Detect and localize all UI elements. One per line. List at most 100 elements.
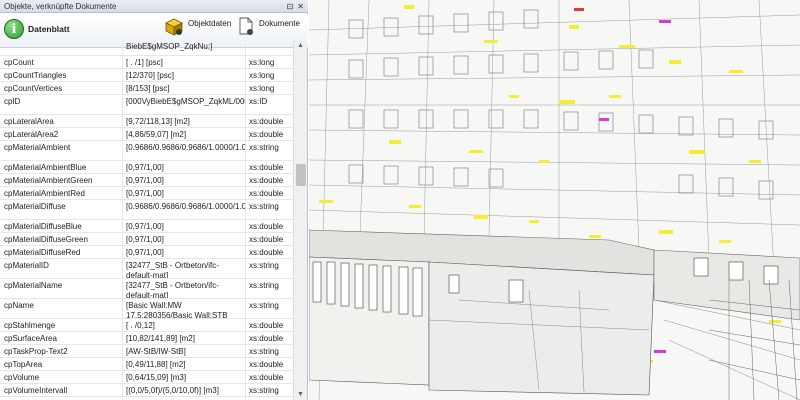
objektdaten-label: Objektdaten	[188, 18, 232, 28]
property-value: [Basic Wall:MW 17.5:280356/Basic Wall:ST…	[123, 299, 246, 318]
scroll-thumb[interactable]	[296, 164, 306, 186]
property-type: xs:double	[249, 235, 284, 244]
property-name: cpID	[0, 95, 123, 114]
property-row[interactable]: cpLateralArea2 [4,86/59,07] [m2] xs:double	[0, 128, 293, 141]
close-icon[interactable]: ✕	[297, 2, 304, 11]
objektdaten-button[interactable]: Objektdaten	[164, 17, 231, 37]
property-type: xs:string	[249, 202, 279, 211]
property-name: cpMaterialAmbientBlue	[0, 161, 123, 173]
property-value: [10,82/141,89] [m2]	[123, 332, 246, 344]
property-type: xs:double	[249, 334, 284, 343]
property-value: [000VyBiebE$gMSOP_ZqkML/000VyBiebE$gMSOP…	[123, 95, 246, 114]
property-name: cpCountTriangles	[0, 69, 123, 81]
property-row[interactable]: cpMaterialName [32477_StB - Ortbeton/ifc-…	[0, 279, 293, 299]
property-value: [0,97/1,00]	[123, 246, 246, 258]
property-row[interactable]: cpSurfaceArea [10,82/141,89] [m2] xs:doubl…	[0, 332, 293, 345]
property-name: cpMaterialDiffuse	[0, 200, 123, 219]
property-row[interactable]: cpTaskProp-Text2 [AW-StB/IW-StB] xs:string	[0, 345, 293, 358]
property-type: xs:long	[249, 71, 275, 80]
property-value: [32477_StB - Ortbeton/ifc-default-mat]	[123, 259, 246, 278]
property-value: [AW-StB/IW-StB]	[123, 345, 246, 357]
panel-title: Objekte, verknüpfte Dokumente	[4, 1, 117, 11]
document-icon	[239, 17, 253, 35]
property-value: [12/370] [psc]	[123, 69, 246, 81]
property-type: xs:double	[249, 248, 284, 257]
property-value: [8/153] [psc]	[123, 82, 246, 94]
property-row[interactable]: cpMaterialAmbientRed [0,97/1,00] xs:double	[0, 187, 293, 200]
wall-right-face	[653, 249, 800, 321]
property-type: xs:double	[249, 373, 284, 382]
scroll-down-icon[interactable]: ▼	[297, 391, 304, 398]
property-row[interactable]: cpCountTriangles [12/370] [psc] xs:long	[0, 69, 293, 82]
dokumente-button[interactable]: Dokumente	[237, 17, 300, 37]
info-icon: i	[4, 19, 24, 39]
property-row[interactable]: cpMaterialID [32477_StB - Ortbeton/ifc-de…	[0, 259, 293, 279]
property-row[interactable]: cpMaterialDiffuseRed [0,97/1,00] xs:double	[0, 246, 293, 259]
property-value: [(0,0/5,0f)/(5,0/10,0f)] [m3]	[123, 384, 246, 396]
property-row[interactable]: cpVolumeIntervall [(0,0/5,0f)/(5,0/10,0f)…	[0, 384, 293, 397]
property-name: cpTaskProp-Text2	[0, 345, 123, 357]
property-row[interactable]: cpMaterialDiffuse [0.9686/0.9686/0.9686/1…	[0, 200, 293, 220]
dokumente-label: Dokumente	[259, 18, 300, 28]
property-type: xs:string	[249, 301, 279, 310]
property-value: [ . /0,12]	[123, 319, 246, 331]
property-name: cpSurfaceArea	[0, 332, 123, 344]
property-value: [4,86/59,07] [m2]	[123, 128, 246, 140]
property-type: xs:string	[249, 281, 279, 290]
property-row[interactable]: cpTopArea [0,49/11,88] [m2] xs:double	[0, 358, 293, 371]
property-row[interactable]: cpMaterialAmbient [0.9686/0.9686/0.9686/1…	[0, 141, 293, 161]
property-value: [0,97/1,00]	[123, 233, 246, 245]
property-row[interactable]: cpCountVertices [8/153] [psc] xs:long	[0, 82, 293, 95]
property-row[interactable]: cpMaterialDiffuseGreen [0,97/1,00] xs:doub…	[0, 233, 293, 246]
property-name: cpMaterialName	[0, 279, 123, 298]
property-row[interactable]: cpLateralArea [9,72/118,13] [m2] xs:double	[0, 115, 293, 128]
property-value: [9,72/118,13] [m2]	[123, 115, 246, 127]
properties-grid: BiebE$gMSOP_ZqkNu;] cpCount[ . /1] [psc] x…	[0, 40, 293, 400]
property-row[interactable]: cpStahlmenge[ . /0,12] xs:double	[0, 319, 293, 332]
scroll-up-icon[interactable]: ▲	[297, 42, 304, 49]
panel-titlebar: Objekte, verknüpfte Dokumente ⊡ ✕	[0, 0, 308, 13]
grid-vertical-scrollbar[interactable]: ▲ ▼	[293, 40, 307, 400]
property-name: cpCountVertices	[0, 82, 123, 94]
cube-icon	[165, 18, 183, 36]
property-row[interactable]: cpMaterialDiffuseBlue [0,97/1,00] xs:doubl…	[0, 220, 293, 233]
3d-viewport[interactable]	[309, 0, 800, 400]
property-value: [ . /1] [psc]	[123, 56, 246, 68]
property-value: [0,97/1,00]	[123, 187, 246, 199]
datenblatt-button[interactable]: i Datenblatt	[4, 19, 70, 39]
property-type: xs:double	[249, 130, 284, 139]
property-name: cpMaterialDiffuseGreen	[0, 233, 123, 245]
property-type: xs:ID	[249, 97, 268, 106]
property-type: xs:double	[249, 222, 284, 231]
property-value: [0,97/1,00]	[123, 174, 246, 186]
property-value: [0,97/1,00]	[123, 220, 246, 232]
window-frames	[348, 9, 774, 200]
property-row[interactable]: cpCount[ . /1] [psc] xs:long	[0, 56, 293, 69]
property-value: [32477_StB - Ortbeton/ifc-default-mat]	[123, 279, 246, 298]
property-row[interactable]: BiebE$gMSOP_ZqkNu;]	[0, 40, 293, 56]
property-name: cpVolume	[0, 371, 123, 383]
property-row[interactable]: cpID[000VyBiebE$gMSOP_ZqkML/000VyBiebE$g…	[0, 95, 293, 115]
property-name: cpLateralArea	[0, 115, 123, 127]
property-row[interactable]: cpVolume [0,64/15,09] [m3] xs:double	[0, 371, 293, 384]
property-name: cpLateralArea2	[0, 128, 123, 140]
property-type: xs:double	[249, 163, 284, 172]
property-name: cpName	[0, 299, 123, 318]
property-row[interactable]: cpMaterialAmbientBlue [0,97/1,00] xs:doubl…	[0, 161, 293, 174]
datenblatt-label: Datenblatt	[28, 24, 70, 34]
property-name: cpMaterialAmbientGreen	[0, 174, 123, 186]
property-type	[246, 40, 293, 55]
property-name: cpVolumeIntervall	[0, 384, 123, 396]
property-value: [0.9686/0.9686/0.9686/1.0000/1.0000/1.00…	[123, 141, 246, 160]
property-row[interactable]: cpName [Basic Wall:MW 17.5:280356/Basic W…	[0, 299, 293, 319]
property-type: xs:double	[249, 189, 284, 198]
property-row[interactable]: cpMaterialAmbientGreen [0,97/1,00] xs:doub…	[0, 174, 293, 187]
property-type: xs:string	[249, 386, 279, 395]
property-name: cpTopArea	[0, 358, 123, 370]
pin-icon[interactable]: ⊡	[287, 2, 294, 11]
property-type: xs:string	[249, 261, 279, 270]
property-value: [0.9686/0.9686/0.9686/1.0000/1.0000/1.00…	[123, 200, 246, 219]
property-name: cpMaterialDiffuseRed	[0, 246, 123, 258]
property-name	[0, 40, 123, 55]
property-type: xs:long	[249, 58, 275, 67]
